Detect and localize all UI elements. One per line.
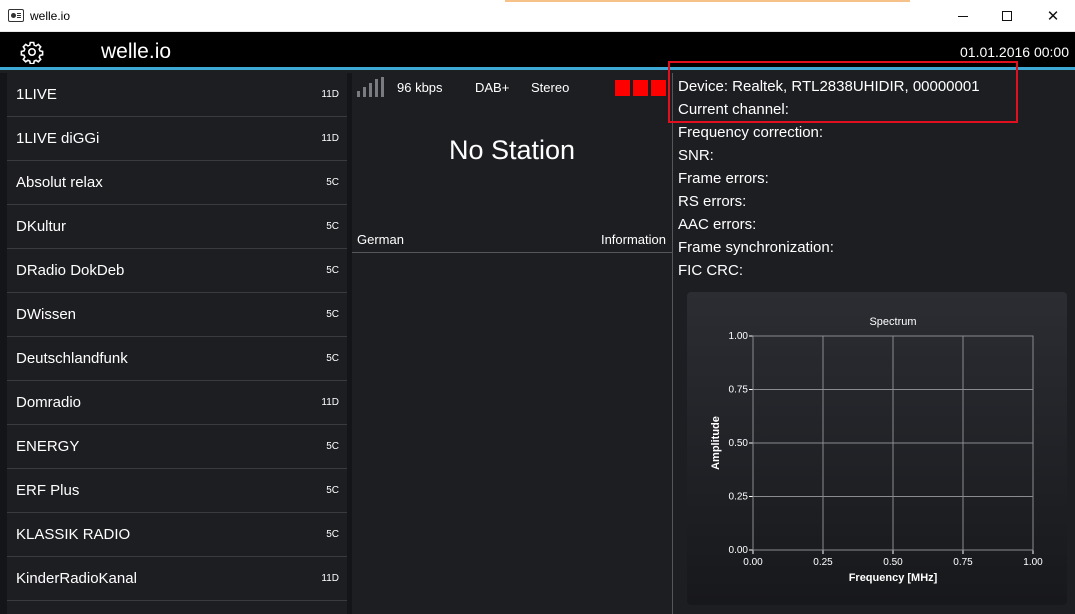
frame-indicator <box>651 80 666 96</box>
device-info-line: Frame synchronization: <box>678 239 834 256</box>
station-name-label: KinderRadioKanal <box>16 570 137 587</box>
station-name: No Station <box>448 135 576 165</box>
station-list-item[interactable]: DRadio DokDeb 5C <box>7 249 347 293</box>
station-channel-label: 5C <box>326 353 339 364</box>
device-info-line: Frequency correction: <box>678 124 824 141</box>
y-tick-label: 1.00 <box>729 331 749 342</box>
x-axis-label: Frequency [MHz] <box>849 572 938 584</box>
close-icon: ✕ <box>1046 8 1060 25</box>
station-list-item[interactable]: Absolut relax 5C <box>7 161 347 205</box>
station-list-item[interactable]: ERF Plus 5C <box>7 469 347 513</box>
maximize-icon <box>1002 11 1012 21</box>
maximize-button[interactable] <box>984 0 1030 32</box>
datetime-display: 01.01.2016 00:00 <box>960 44 1069 60</box>
audio-mode-label: Stereo <box>531 80 570 95</box>
window-title: welle.io <box>30 9 71 23</box>
information-label: Information <box>600 232 666 247</box>
bitrate-label: 96 kbps <box>397 80 443 95</box>
station-list-item[interactable]: KLASSIK RADIO 5C <box>7 513 347 557</box>
station-channel-label: 5C <box>326 309 339 320</box>
station-name-label: ENERGY <box>16 438 80 455</box>
station-channel-label: 11D <box>321 573 339 584</box>
fic-indicator <box>633 80 648 96</box>
station-list-item[interactable]: KinderRadioKanal 11D <box>7 557 347 601</box>
station-channel-label: 5C <box>326 177 339 188</box>
divider <box>352 252 672 253</box>
spectrum-chart-svg: 0.00 0.25 0.50 0.75 1.00 0.00 0.25 0.50 0.75 1.00… <box>710 316 1043 584</box>
minimize-icon <box>958 15 968 17</box>
station-name-label: DKultur <box>16 218 67 235</box>
station-channel-label: 11D <box>321 397 339 408</box>
station-list-item[interactable]: ENERGY 5C <box>7 425 347 469</box>
station-name-label: Deutschlandfunk <box>16 350 128 367</box>
gear-icon[interactable] <box>20 40 44 64</box>
y-tick-label: 0.50 <box>729 438 749 449</box>
station-list-item[interactable]: DWissen 5C <box>7 293 347 337</box>
x-tick-label: 1.00 <box>1023 557 1043 568</box>
x-tick-label: 0.75 <box>953 557 973 568</box>
station-channel-label: 11D <box>321 89 339 100</box>
station-name-label: DRadio DokDeb <box>16 262 125 279</box>
station-list-item[interactable]: Deutschlandfunk 5C <box>7 337 347 381</box>
spectrum-chart: 0.00 0.25 0.50 0.75 1.00 0.00 0.25 0.50 0.75 1.00… <box>687 292 1067 605</box>
codec-label: DAB+ <box>475 80 510 95</box>
station-name-label: 1LIVE <box>16 86 57 103</box>
radio-icon <box>8 9 24 22</box>
station-channel-label: 5C <box>326 441 339 452</box>
x-tick-label: 0.00 <box>743 557 763 568</box>
station-name-label: Domradio <box>16 394 82 411</box>
chart-title: Spectrum <box>869 316 916 328</box>
station-name-label: ERF Plus <box>16 482 80 499</box>
window-titlebar: welle.io ✕ <box>0 0 1075 32</box>
device-info-line: AAC errors: <box>678 216 757 233</box>
station-list-item[interactable]: 1LIVE 11D <box>7 73 347 117</box>
close-button[interactable]: ✕ <box>1030 0 1075 32</box>
device-info-line: SNR: <box>678 147 714 164</box>
app-title: welle.io <box>101 40 172 63</box>
station-name-label: Absolut relax <box>16 174 103 191</box>
station-channel-label: 5C <box>326 529 339 540</box>
minimize-button[interactable] <box>940 0 986 32</box>
language-label: German <box>357 232 404 247</box>
y-tick-label: 0.25 <box>729 492 749 503</box>
device-info-line: Frame errors: <box>678 170 769 187</box>
titlebar-accent <box>505 0 910 2</box>
station-channel-label: 5C <box>326 265 339 276</box>
y-axis-label: Amplitude <box>710 416 722 470</box>
station-name-label: 1LIVE diGGi <box>16 130 100 147</box>
station-channel-label: 5C <box>326 221 339 232</box>
station-name-label: KLASSIK RADIO <box>16 526 131 543</box>
station-list-item[interactable]: Domradio 11D <box>7 381 347 425</box>
station-channel-label: 5C <box>326 485 339 496</box>
y-tick-label: 0.00 <box>729 545 749 556</box>
device-info-line: RS errors: <box>678 193 747 210</box>
sync-indicator <box>615 80 630 96</box>
y-tick-label: 0.75 <box>729 385 749 396</box>
x-tick-label: 0.25 <box>813 557 833 568</box>
highlight-box <box>668 61 1018 123</box>
station-channel-label: 11D <box>321 133 339 144</box>
station-list: 1LIVE 11D 1LIVE diGGi 11D Absolut relax 5C DKu… <box>0 73 347 614</box>
device-info-line: FIC CRC: <box>678 262 743 279</box>
player-panel: 96 kbps DAB+ Stereo No Station German In… <box>352 73 672 614</box>
signal-strength-icon <box>357 77 385 97</box>
station-list-item[interactable]: 1LIVE diGGi 11D <box>7 117 347 161</box>
station-name-label: DWissen <box>16 306 77 323</box>
station-list-item[interactable]: DKultur 5C <box>7 205 347 249</box>
x-tick-label: 0.50 <box>883 557 903 568</box>
